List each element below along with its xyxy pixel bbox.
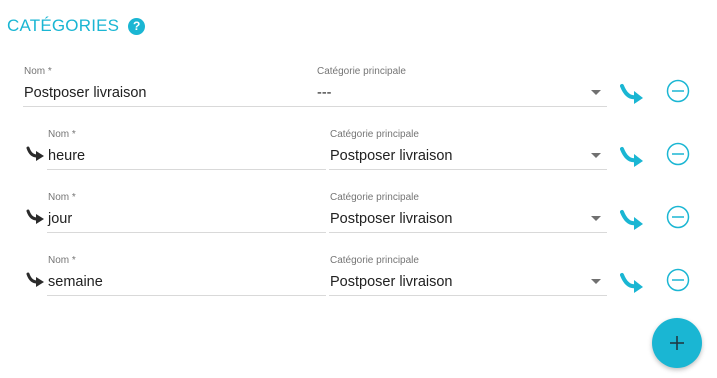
- parent-category-select[interactable]: Catégorie principale ---: [316, 66, 607, 107]
- category-name-field[interactable]: Nom * semaine: [47, 255, 326, 296]
- parent-category-value[interactable]: ---: [316, 80, 607, 107]
- chevron-down-icon[interactable]: [591, 90, 601, 95]
- subdirectory-arrow-icon: [26, 272, 44, 287]
- chevron-down-icon[interactable]: [591, 279, 601, 284]
- name-input[interactable]: jour: [47, 206, 326, 233]
- category-name-field[interactable]: Nom * Postposer livraison: [23, 66, 326, 107]
- subcategory-row: Nom * heure Catégorie principale Postpos…: [0, 129, 717, 179]
- move-under-arrow-icon[interactable]: [620, 209, 646, 231]
- remove-circle-icon[interactable]: [666, 79, 690, 103]
- section-title: CATÉGORIES: [7, 16, 120, 35]
- name-label: Nom *: [48, 192, 76, 203]
- parent-category-value[interactable]: Postposer livraison: [329, 206, 607, 233]
- category-name-field[interactable]: Nom * jour: [47, 192, 326, 233]
- parent-category-label: Catégorie principale: [330, 255, 419, 266]
- parent-category-label: Catégorie principale: [330, 129, 419, 140]
- name-input[interactable]: Postposer livraison: [23, 80, 326, 107]
- chevron-down-icon[interactable]: [591, 153, 601, 158]
- move-under-arrow-icon[interactable]: [620, 272, 646, 294]
- name-input[interactable]: semaine: [47, 269, 326, 296]
- name-input[interactable]: heure: [47, 143, 326, 170]
- section-header: CATÉGORIES ?: [7, 16, 146, 36]
- subdirectory-arrow-icon: [26, 209, 44, 224]
- remove-circle-icon[interactable]: [666, 205, 690, 229]
- subdirectory-arrow-icon: [26, 146, 44, 161]
- name-label: Nom *: [48, 255, 76, 266]
- category-name-field[interactable]: Nom * heure: [47, 129, 326, 170]
- parent-category-select[interactable]: Catégorie principale Postposer livraison: [329, 255, 607, 296]
- parent-category-label: Catégorie principale: [330, 192, 419, 203]
- chevron-down-icon[interactable]: [591, 216, 601, 221]
- add-category-button[interactable]: [652, 318, 702, 368]
- parent-category-select[interactable]: Catégorie principale Postposer livraison: [329, 129, 607, 170]
- name-label: Nom *: [24, 66, 52, 77]
- parent-category-value[interactable]: Postposer livraison: [329, 269, 607, 296]
- parent-category-label: Catégorie principale: [317, 66, 406, 77]
- name-label: Nom *: [48, 129, 76, 140]
- plus-icon: [670, 336, 684, 350]
- move-under-arrow-icon[interactable]: [620, 146, 646, 168]
- parent-category-select[interactable]: Catégorie principale Postposer livraison: [329, 192, 607, 233]
- move-under-arrow-icon[interactable]: [620, 83, 646, 105]
- subcategory-row: Nom * semaine Catégorie principale Postp…: [0, 255, 717, 305]
- category-row: Nom * Postposer livraison Catégorie prin…: [0, 66, 717, 116]
- subcategory-row: Nom * jour Catégorie principale Postpose…: [0, 192, 717, 242]
- help-icon[interactable]: ?: [128, 17, 146, 35]
- remove-circle-icon[interactable]: [666, 142, 690, 166]
- parent-category-value[interactable]: Postposer livraison: [329, 143, 607, 170]
- remove-circle-icon[interactable]: [666, 268, 690, 292]
